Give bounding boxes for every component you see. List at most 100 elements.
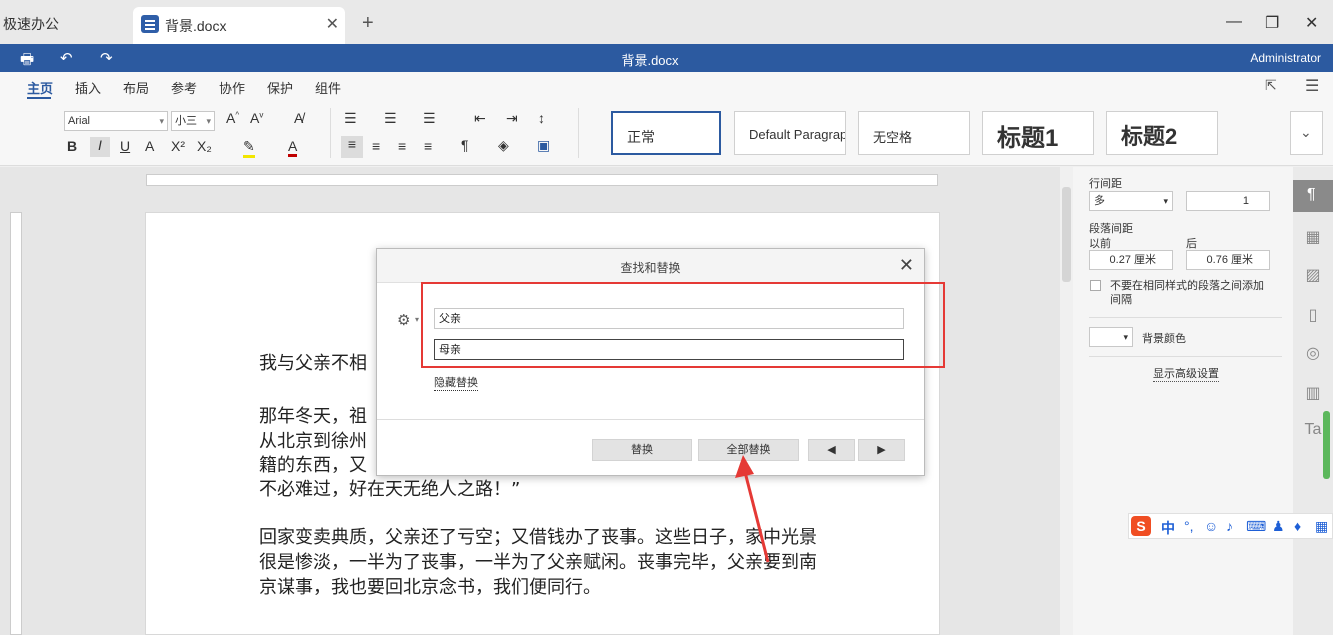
align-left-icon[interactable]: ≡ xyxy=(341,136,363,158)
paragraph-settings-tab[interactable]: ¶ xyxy=(1293,180,1333,212)
open-location-icon[interactable]: ⇱ xyxy=(1265,77,1277,94)
menu-component[interactable]: 组件 xyxy=(315,78,341,97)
justify-icon[interactable]: ≡ xyxy=(424,138,432,154)
dialog-close-icon[interactable]: ✕ xyxy=(899,255,914,276)
document-icon xyxy=(141,15,159,33)
paragraph: 回家变卖典质，父亲还了亏空；又借钱办了丧事。这些日子，家中光景 xyxy=(259,527,817,548)
table-settings-icon[interactable]: ▦ xyxy=(1303,227,1323,247)
divider xyxy=(1089,356,1282,357)
increase-indent-icon[interactable]: ⇥ xyxy=(506,110,518,127)
paragraph: 不必难过，好在天无绝人之路！” xyxy=(259,479,521,500)
strikethrough-icon[interactable]: A xyxy=(145,138,154,154)
tab-title: 背景.docx xyxy=(165,18,227,34)
menu-bar: 主页 插入 布局 参考 协作 保护 组件 ⇱ ☰ xyxy=(0,72,1333,100)
subscript-icon[interactable]: X₂ xyxy=(197,138,212,154)
shrink-font-icon[interactable]: Av xyxy=(250,110,263,126)
tab-close-icon[interactable]: ✕ xyxy=(326,14,339,34)
paragraph-spacing-label: 段落间距 xyxy=(1089,223,1133,235)
align-center-icon[interactable]: ≡ xyxy=(372,138,380,154)
close-window-button[interactable]: ✕ xyxy=(1305,13,1318,33)
image-settings-icon[interactable]: ▨ xyxy=(1303,265,1323,285)
horizontal-ruler[interactable] xyxy=(146,174,938,186)
bullet-list-icon[interactable]: ☰ xyxy=(344,110,357,127)
tab-jisu-office[interactable]: 极速办公 xyxy=(0,10,59,38)
italic-icon[interactable]: I xyxy=(90,137,110,157)
restore-button[interactable]: ❐ xyxy=(1265,13,1279,33)
emoji-icon[interactable]: ☺ xyxy=(1204,518,1218,534)
ime-toolbar: S 中 °, ☺ ♪ ⌨ ♟ ♦ ▦ xyxy=(1128,513,1333,539)
text-art-icon[interactable]: Ta xyxy=(1303,421,1323,439)
shading-icon[interactable]: ◈ xyxy=(498,137,509,154)
spacing-before-input[interactable]: 0.27 厘米 xyxy=(1089,250,1173,270)
vertical-ruler[interactable] xyxy=(10,212,22,635)
background-color-picker[interactable]: ▾ xyxy=(1089,327,1133,347)
underline-icon[interactable]: U xyxy=(120,138,130,154)
font-size-select[interactable]: 小三 ▾ xyxy=(171,111,215,131)
checkbox-label: 不要在相同样式的段落之间添加间隔 xyxy=(1110,280,1264,306)
skin-icon[interactable]: ♦ xyxy=(1294,518,1301,534)
multilevel-list-icon[interactable]: ☰ xyxy=(423,110,436,127)
menu-collaborate[interactable]: 协作 xyxy=(219,78,245,97)
sogou-logo-icon[interactable]: S xyxy=(1131,516,1151,536)
ime-mode[interactable]: 中 xyxy=(1161,518,1175,538)
decrease-indent-icon[interactable]: ⇤ xyxy=(474,110,486,127)
grow-font-icon[interactable]: A^ xyxy=(226,110,239,126)
chevron-down-icon[interactable]: ▾ xyxy=(415,315,419,324)
line-spacing-mode-select[interactable]: 多 ▾ xyxy=(1089,191,1173,211)
font-family-select[interactable]: Arial ▾ xyxy=(64,111,168,131)
show-advanced-settings-link[interactable]: 显示高级设置 xyxy=(1153,365,1219,382)
styles-expand-button[interactable]: ⌄ xyxy=(1290,111,1323,155)
menu-reference[interactable]: 参考 xyxy=(171,78,197,97)
style-heading-2[interactable]: 标题2 xyxy=(1106,111,1218,155)
align-right-icon[interactable]: ≡ xyxy=(398,138,406,154)
new-tab-button[interactable]: + xyxy=(362,12,374,35)
style-no-spacing[interactable]: 无空格 xyxy=(858,111,970,155)
font-color-icon[interactable]: A xyxy=(288,138,298,157)
vertical-scrollbar[interactable] xyxy=(1060,167,1073,635)
replace-button[interactable]: 替换 xyxy=(592,439,692,461)
menu-insert[interactable]: 插入 xyxy=(75,78,101,97)
highlight-icon[interactable]: ✎ xyxy=(243,138,255,158)
menu-home[interactable]: 主页 xyxy=(27,78,53,97)
chart-settings-icon[interactable]: ▥ xyxy=(1303,383,1323,403)
settings-gear-icon[interactable]: ⚙ xyxy=(397,311,410,329)
border-icon[interactable]: ▣ xyxy=(537,137,550,154)
menu-layout[interactable]: 布局 xyxy=(123,78,149,97)
shape-settings-icon[interactable]: ◎ xyxy=(1303,343,1323,363)
hide-replace-link[interactable]: 隐藏替换 xyxy=(434,374,478,391)
hamburger-menu-icon[interactable]: ☰ xyxy=(1305,76,1319,96)
toolbar: Arial ▾ 小三 ▾ A^ Av A̸ B I U A X² X₂ ✎ A ☰ … xyxy=(0,100,1333,166)
toolbox-icon[interactable]: ▦ xyxy=(1315,518,1328,535)
menu-protect[interactable]: 保护 xyxy=(267,78,293,97)
microphone-icon[interactable]: ♪ xyxy=(1226,518,1233,534)
superscript-icon[interactable]: X² xyxy=(171,138,185,154)
spacing-before-label: 以前 xyxy=(1089,238,1111,250)
spacing-after-input[interactable]: 0.76 厘米 xyxy=(1186,250,1270,270)
right-sidebar: ¶ ▦ ▨ ▯ ◎ ▥ Ta xyxy=(1293,167,1333,635)
paragraph-icon: ¶ xyxy=(1307,186,1316,203)
dialog-header[interactable]: 查找和替换 ✕ xyxy=(377,249,924,283)
no-spacing-same-style-checkbox[interactable] xyxy=(1090,280,1101,291)
user-icon[interactable]: ♟ xyxy=(1272,518,1285,535)
user-name[interactable]: Administrator xyxy=(1250,51,1321,65)
style-default-paragraph[interactable]: Default Paragraph xyxy=(734,111,846,155)
keyboard-icon[interactable]: ⌨ xyxy=(1246,518,1266,535)
divider xyxy=(377,419,924,420)
minimize-button[interactable]: — xyxy=(1226,13,1242,31)
tab-document[interactable]: 背景.docx ✕ xyxy=(133,7,345,44)
style-heading-1[interactable]: 标题1 xyxy=(982,111,1094,155)
line-spacing-value-input[interactable]: 1 xyxy=(1186,191,1270,211)
scrollbar-thumb[interactable] xyxy=(1062,187,1071,282)
title-bar: 🖶 ↶ ↷ 背景.docx Administrator xyxy=(0,44,1333,72)
punctuation-icon[interactable]: °, xyxy=(1184,518,1194,534)
style-normal[interactable]: 正常 xyxy=(611,111,721,155)
divider xyxy=(578,108,579,158)
paragraph-mark-icon[interactable]: ¶ xyxy=(461,137,469,153)
find-next-button[interactable]: ▶ xyxy=(858,439,905,461)
header-footer-icon[interactable]: ▯ xyxy=(1303,305,1323,325)
bold-icon[interactable]: B xyxy=(67,138,77,154)
find-previous-button[interactable]: ◀ xyxy=(808,439,855,461)
line-spacing-icon[interactable]: ↕ xyxy=(538,110,545,126)
numbered-list-icon[interactable]: ☰ xyxy=(384,110,397,127)
clear-format-icon[interactable]: A̸ xyxy=(294,110,303,126)
